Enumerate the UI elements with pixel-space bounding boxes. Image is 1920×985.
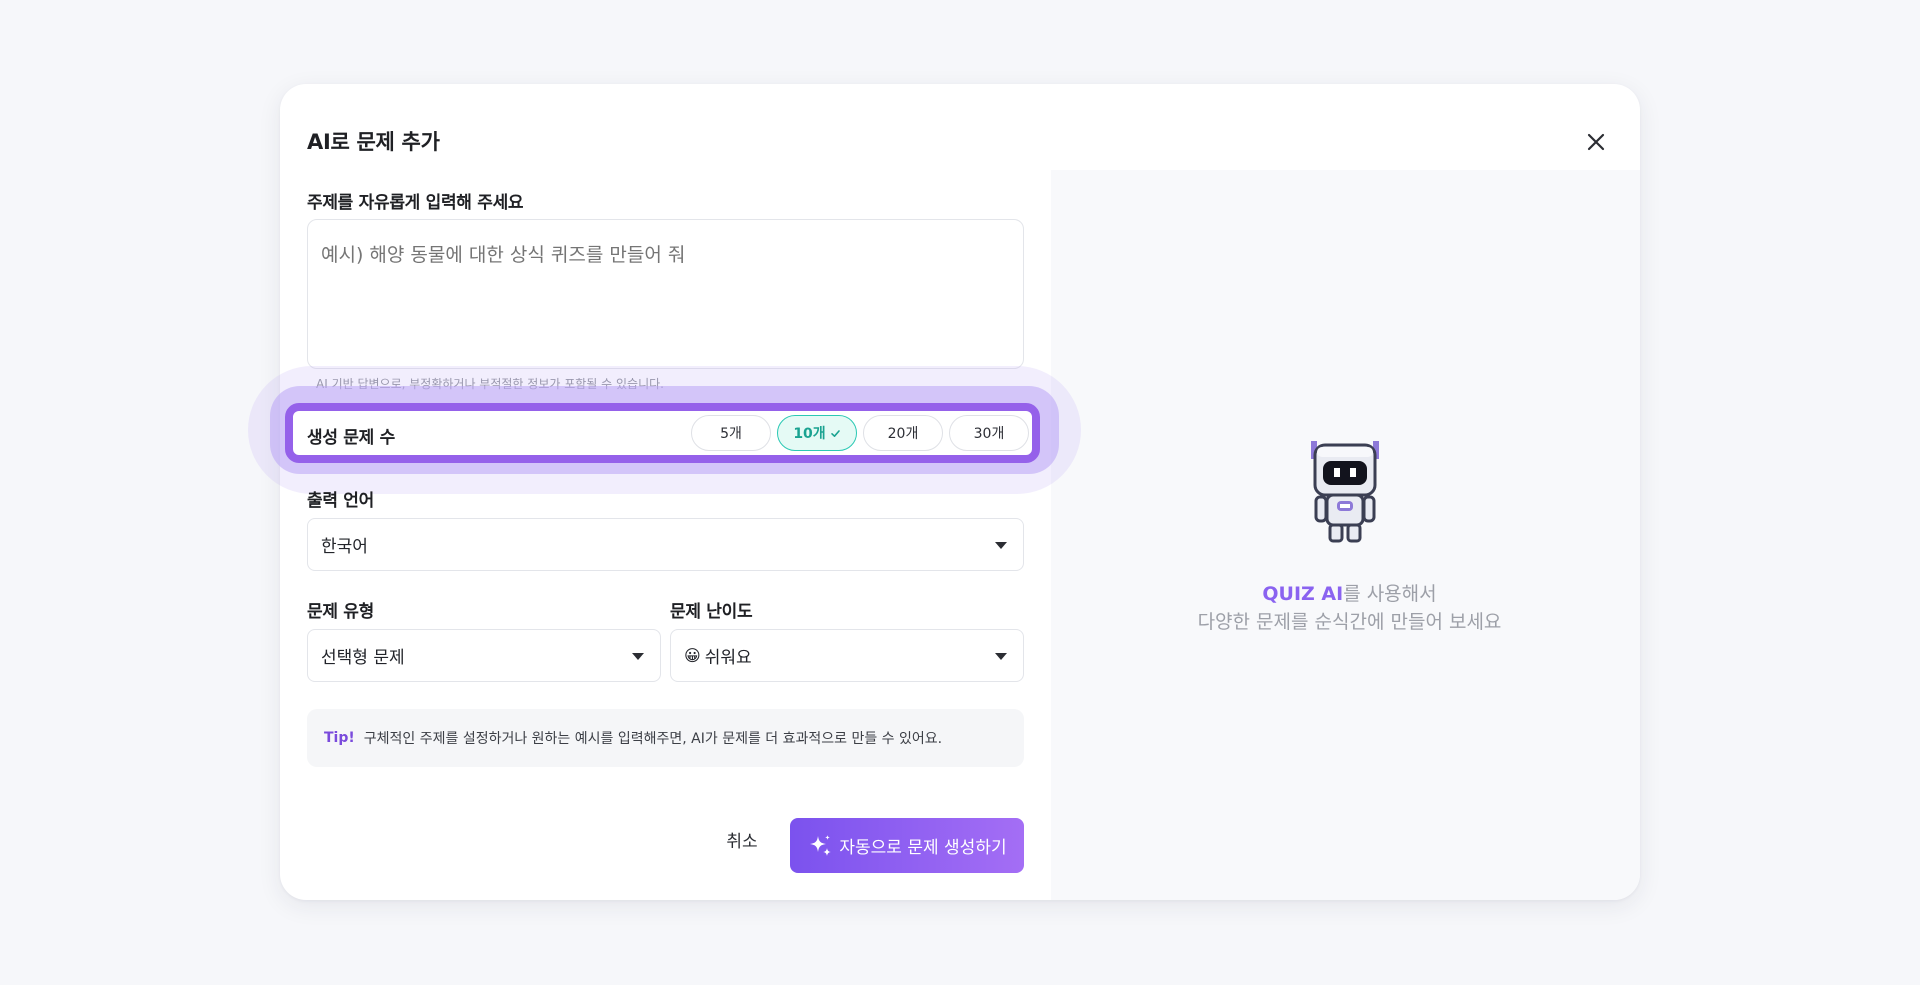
modal-title: AI로 문제 추가 <box>307 130 440 154</box>
tip-box: Tip! 구체적인 주제를 설정하거나 원하는 예시를 입력해주면, AI가 문… <box>307 709 1024 767</box>
type-select[interactable]: 선택형 문제 <box>307 629 661 682</box>
tip-title: Tip! <box>324 730 355 746</box>
difficulty-select[interactable]: 😀 쉬워요 <box>670 629 1024 682</box>
count-option-label: 10개 <box>793 426 826 442</box>
promo-line-2: 다양한 문제를 순식간에 만들어 보세요 <box>1197 611 1502 633</box>
language-value: 한국어 <box>321 537 368 557</box>
chevron-down-icon <box>632 653 644 660</box>
count-label: 생성 문제 수 <box>307 428 395 448</box>
promo-brand: QUIZ AI <box>1262 583 1344 605</box>
tip-text: 구체적인 주제를 설정하거나 원하는 예시를 입력해주면, AI가 문제를 더 … <box>363 731 943 747</box>
topic-label: 주제를 자유롭게 입력해 주세요 <box>307 193 524 213</box>
count-option-20[interactable]: 20개 <box>863 415 943 451</box>
language-select[interactable]: 한국어 <box>307 518 1024 571</box>
difficulty-label: 문제 난이도 <box>670 602 753 622</box>
count-option-30[interactable]: 30개 <box>949 415 1029 451</box>
chevron-down-icon <box>995 653 1007 660</box>
count-option-label: 20개 <box>887 426 919 442</box>
count-option-label: 5개 <box>720 426 742 442</box>
promo-line-1-suffix: 를 사용해서 <box>1343 583 1437 605</box>
cancel-button[interactable]: 취소 <box>707 819 777 859</box>
type-label: 문제 유형 <box>307 602 374 622</box>
type-value: 선택형 문제 <box>321 648 405 668</box>
language-label: 출력 언어 <box>307 491 374 511</box>
promo-text: QUIZ AI를 사용해서 다양한 문제를 순식간에 만들어 보세요 <box>1055 580 1644 636</box>
count-option-label: 30개 <box>973 426 1005 442</box>
close-button[interactable] <box>1580 126 1612 158</box>
ai-question-modal: AI로 문제 추가 주제를 자유롭게 입력해 주세요 AI 기반 답변으로, 부… <box>248 84 1640 900</box>
check-icon <box>830 429 840 437</box>
topic-input[interactable] <box>307 219 1024 369</box>
smile-emoji-icon: 😀 <box>684 646 701 665</box>
question-count-row: 생성 문제 수 5개 10개 20개 30개 <box>285 403 1040 463</box>
count-option-5[interactable]: 5개 <box>691 415 771 451</box>
chevron-down-icon <box>995 542 1007 549</box>
count-option-10[interactable]: 10개 <box>777 415 857 451</box>
generate-label: 자동으로 문제 생성하기 <box>839 838 1007 858</box>
generate-button[interactable]: 자동으로 문제 생성하기 <box>790 818 1024 873</box>
promo-line-1: QUIZ AI를 사용해서 <box>1055 580 1644 608</box>
close-icon <box>1587 133 1605 151</box>
difficulty-value: 쉬워요 <box>704 648 752 668</box>
robot-mascot-icon <box>1311 441 1379 543</box>
sparkle-icon <box>810 834 832 856</box>
